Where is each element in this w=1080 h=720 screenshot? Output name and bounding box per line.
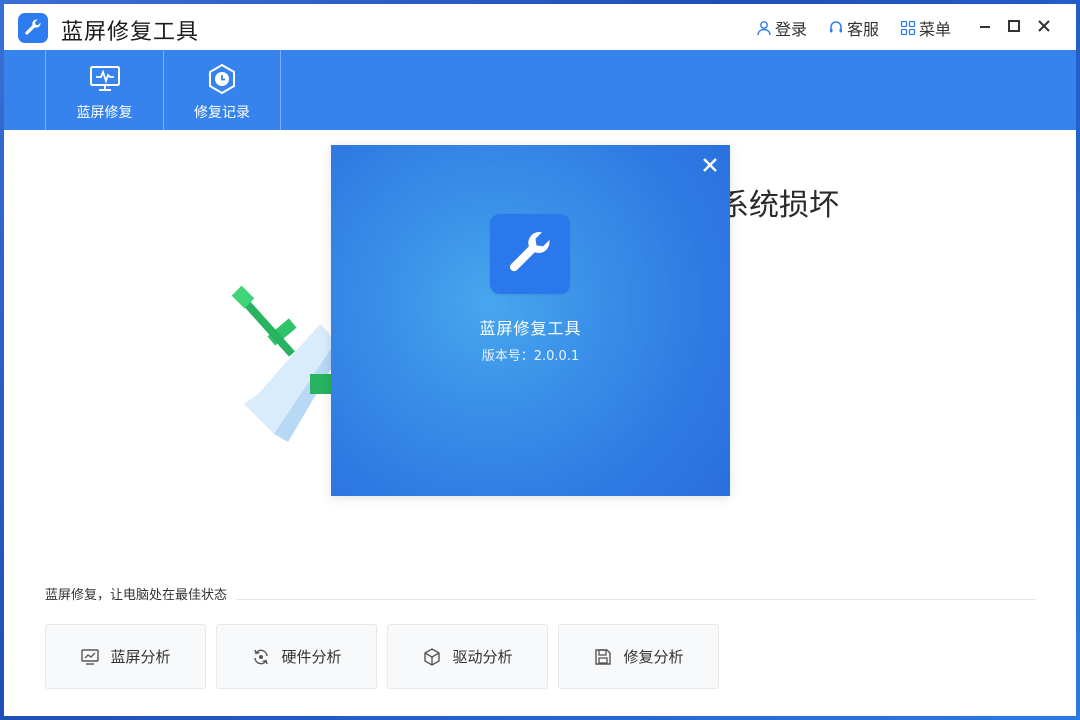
tab-repair-history[interactable]: 修复记录 [163,50,281,130]
close-icon [1038,20,1050,32]
feature-hardware-analysis[interactable]: 硬件分析 [216,624,377,689]
section-caption: 蓝屏修复，让电脑处在最佳状态 [45,588,228,603]
about-dialog: 蓝屏修复工具 版本号：2.0.0.1 [331,145,730,496]
feature-label: 修复分析 [623,648,684,666]
tab-label: 蓝屏修复 [76,105,133,121]
app-title: 蓝屏修复工具 [61,20,200,45]
service-label: 客服 [847,20,880,39]
app-logo-icon [18,13,48,43]
close-window-button[interactable] [1033,15,1055,37]
nav-bar: 蓝屏修复 修复记录 [4,50,1076,130]
dialog-title: 蓝屏修复工具 [479,319,582,338]
close-icon [703,158,717,172]
feature-driver-analysis[interactable]: 驱动分析 [387,624,548,689]
dialog-close-button[interactable] [700,155,720,175]
app-window: 蓝屏修复工具 登录 客服 菜单 蓝屏修复 修复记录 系统损坏 蓝屏修复，让电脑处… [4,4,1076,716]
user-icon [757,21,771,36]
feature-label: 驱动分析 [452,648,513,666]
menu-label: 菜单 [919,20,952,39]
headline-text: 系统损坏 [729,188,839,222]
minimize-button[interactable] [974,15,996,37]
feature-repair-analysis[interactable]: 修复分析 [558,624,719,689]
login-button[interactable]: 登录 [756,17,807,39]
feature-bluescreen-analysis[interactable]: 蓝屏分析 [45,624,206,689]
tab-label: 修复记录 [194,105,250,121]
customer-service-button[interactable]: 客服 [828,17,879,39]
dialog-version: 版本号：2.0.0.1 [481,349,580,364]
grid-menu-icon [900,20,916,36]
dialog-app-logo-icon [490,214,570,294]
login-label: 登录 [775,20,808,39]
tab-bluescreen-repair[interactable]: 蓝屏修复 [45,50,163,130]
feature-label: 硬件分析 [281,648,342,666]
refresh-cycle-icon [254,649,269,664]
title-bar: 蓝屏修复工具 登录 客服 菜单 [4,4,1076,50]
headset-icon [830,21,842,33]
cube-icon [424,647,441,666]
repair-illustration [231,285,340,442]
minimize-icon [980,26,990,28]
monitor-chart-icon [81,648,100,665]
menu-button[interactable]: 菜单 [900,17,951,39]
divider [236,599,1036,600]
save-disk-icon [595,648,612,665]
clock-hexagon-icon [209,63,235,95]
monitor-pulse-icon [89,66,120,91]
maximize-icon [1008,20,1020,32]
maximize-button[interactable] [1003,15,1025,37]
feature-label: 蓝屏分析 [110,648,171,666]
